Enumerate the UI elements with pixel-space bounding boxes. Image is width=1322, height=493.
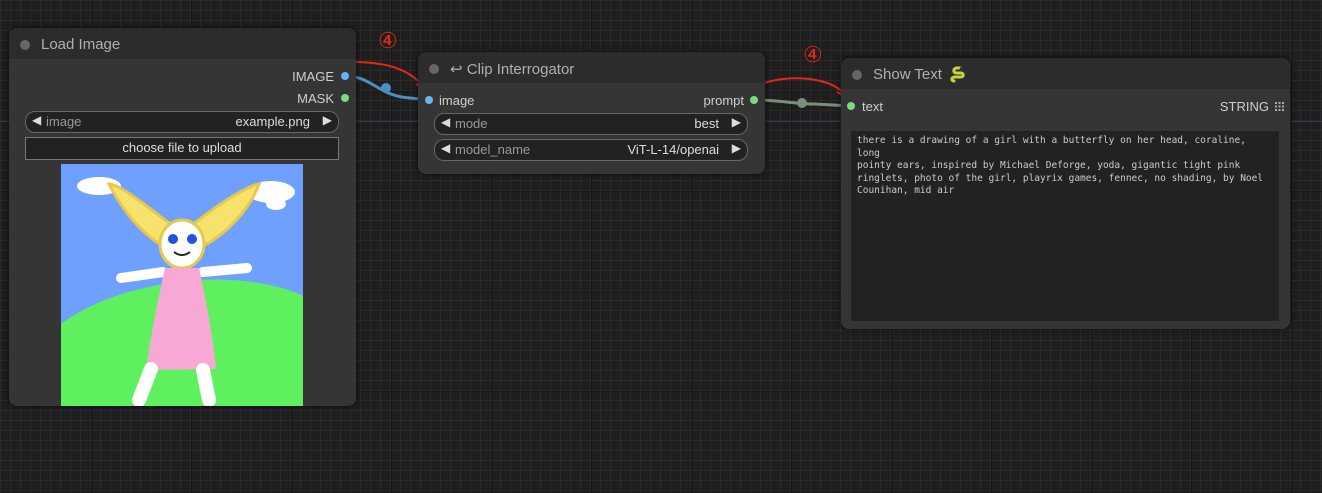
annotation-badge: ④ xyxy=(803,42,823,67)
node-title: Load Image xyxy=(41,36,121,53)
image-combo-widget[interactable]: ◀ image example.png ▶ xyxy=(25,111,339,133)
left-arrow-icon[interactable]: ◀ xyxy=(441,141,450,155)
left-arrow-icon[interactable]: ◀ xyxy=(441,115,450,129)
node-title: Show Text xyxy=(873,66,942,83)
node-title-bar[interactable]: ↩ Clip Interrogator xyxy=(418,52,765,83)
upload-button[interactable]: choose file to upload xyxy=(25,137,339,160)
text-display-area[interactable]: there is a drawing of a girl with a butt… xyxy=(851,131,1279,321)
node-title-bar[interactable]: Show Text xyxy=(841,58,1290,89)
input-slot-text-dot[interactable] xyxy=(847,102,855,110)
output-label-string: STRING xyxy=(1219,99,1269,114)
model-name-combo-widget[interactable]: ◀ model_name ViT-L-14/openai ▶ xyxy=(434,139,748,161)
load-image-node[interactable]: Load Image IMAGE MASK ◀ image example.pn… xyxy=(9,28,356,406)
mode-combo-widget[interactable]: ◀ mode best ▶ xyxy=(434,113,748,135)
node-title-bar[interactable]: Load Image xyxy=(9,28,356,59)
widget-value: example.png xyxy=(235,114,310,129)
node-title: ↩ Clip Interrogator xyxy=(450,61,575,78)
left-arrow-icon[interactable]: ◀ xyxy=(32,113,41,127)
widget-label: mode xyxy=(455,116,488,131)
widget-value: best xyxy=(694,116,719,131)
output-label-prompt: prompt xyxy=(703,93,744,108)
collapse-dot-icon[interactable] xyxy=(852,70,862,80)
collapse-dot-icon[interactable] xyxy=(429,64,439,74)
output-slot-prompt-dot[interactable] xyxy=(750,96,758,104)
widget-label: model_name xyxy=(455,142,531,157)
snake-icon xyxy=(950,66,965,83)
input-slot-image-dot[interactable] xyxy=(425,96,433,104)
string-link-midpoint xyxy=(797,98,807,108)
right-arrow-icon[interactable]: ▶ xyxy=(323,113,332,127)
grid-output-icon[interactable] xyxy=(1275,102,1284,111)
widget-label: image xyxy=(46,114,82,129)
clip-interrogator-node[interactable]: ↩ Clip Interrogator image prompt ◀ mode … xyxy=(418,52,765,174)
input-label-text: text xyxy=(862,99,883,114)
widget-value: ViT-L-14/openai xyxy=(627,142,719,157)
right-arrow-icon[interactable]: ▶ xyxy=(732,115,741,129)
image-link-midpoint xyxy=(381,83,391,93)
collapse-dot-icon[interactable] xyxy=(20,40,30,50)
annotation-badge: ④ xyxy=(378,28,398,53)
right-arrow-icon[interactable]: ▶ xyxy=(732,141,741,155)
annotation-arrow-1 xyxy=(351,61,425,88)
output-slot-image-dot[interactable] xyxy=(341,72,349,80)
show-text-node[interactable]: Show Text text STRING there is a drawing… xyxy=(841,58,1290,329)
input-label-image: image xyxy=(439,93,475,108)
annotation-arrow-2 xyxy=(753,77,846,96)
image-preview xyxy=(61,164,303,406)
output-label-image: IMAGE xyxy=(292,69,334,84)
output-slot-mask-dot[interactable] xyxy=(341,94,349,102)
output-label-mask: MASK xyxy=(297,91,334,106)
